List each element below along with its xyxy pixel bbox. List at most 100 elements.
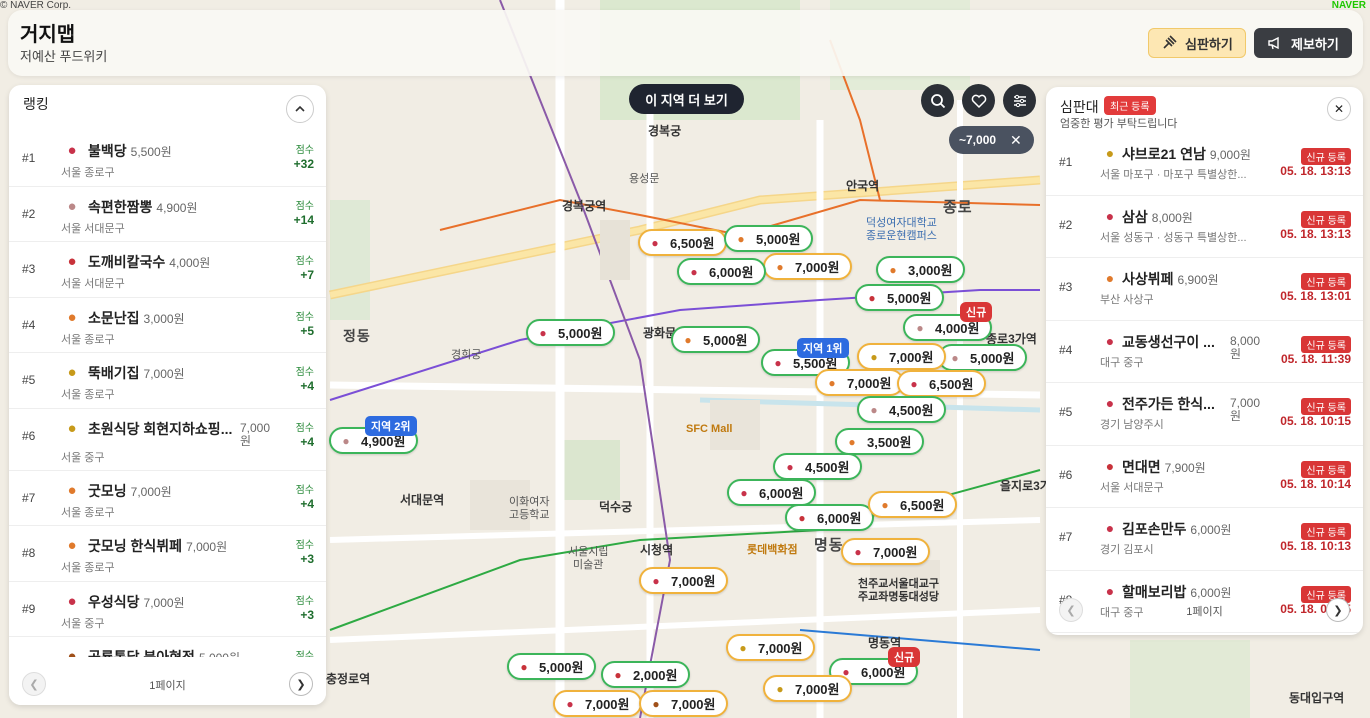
bowl-icon: ● bbox=[566, 696, 574, 711]
judge-row[interactable]: #2 ● 삼삼 8,000원 서울 성동구 · 성동구 특별상한... 신규 등록 05. … bbox=[1046, 196, 1363, 258]
judge-row[interactable]: #5 ● 전주가든 한식... 7,000원 경기 남양주시 신규 등록 05. 18. 1… bbox=[1046, 383, 1363, 446]
restaurant-pin[interactable]: ● 2,000원 bbox=[601, 661, 690, 688]
restaurant-pin[interactable]: ● 6,000원 bbox=[727, 479, 816, 506]
pin-price: 6,000원 bbox=[759, 486, 804, 501]
restaurant-name: 김포손만두 bbox=[1122, 521, 1187, 537]
place-label: 천주교서울대교구 주교좌명동대성당 bbox=[858, 578, 939, 604]
restaurant-pin[interactable]: ● 7,000원 bbox=[726, 634, 815, 661]
ranking-row[interactable]: #10●공룡통닭 북아현점5,000원점수 bbox=[9, 637, 326, 657]
restaurant-price: 7,000원 bbox=[240, 420, 271, 448]
restaurant-pin[interactable]: ● 7,000원 bbox=[639, 690, 728, 717]
judge-button[interactable]: 심판하기 bbox=[1148, 28, 1246, 58]
score-label: 점수 bbox=[295, 651, 314, 657]
restaurant-pin[interactable]: ● 6,500원 bbox=[897, 370, 986, 397]
pin-price: 3,500원 bbox=[867, 435, 912, 450]
place-label: 명동 bbox=[814, 537, 844, 554]
restaurant-pin[interactable]: ● 5,000원 bbox=[507, 653, 596, 680]
restaurant-pin[interactable]: ● 7,000원 bbox=[841, 538, 930, 565]
search-button[interactable] bbox=[921, 84, 954, 117]
filter-button[interactable] bbox=[1003, 84, 1036, 117]
restaurant-pin[interactable]: ● 5,000원 bbox=[724, 225, 813, 252]
restaurant-pin[interactable]: ● 7,000원 bbox=[639, 567, 728, 594]
close-icon[interactable]: ✕ bbox=[1010, 132, 1022, 149]
dumpling-icon: ● bbox=[737, 231, 745, 246]
restaurant-pin[interactable]: ● 7,000원 bbox=[763, 675, 852, 702]
new-registration-badge: 신규 등록 bbox=[1301, 148, 1351, 165]
restaurant-pin[interactable]: ● 5,000원 bbox=[526, 319, 615, 346]
restaurant-pin[interactable]: ● 7,000원 bbox=[857, 343, 946, 370]
restaurant-pin[interactable]: ● 5,000원 bbox=[938, 344, 1027, 371]
chevron-right-icon: ❯ bbox=[1333, 604, 1343, 617]
restaurant-location: 서울 종로구 bbox=[61, 333, 115, 346]
judge-row[interactable]: #1 ● 샤브로21 연남 9,000원 서울 마포구 · 마포구 특별상한... 신규 … bbox=[1046, 133, 1363, 196]
favorites-button[interactable] bbox=[962, 84, 995, 117]
restaurant-price: 4,000원 bbox=[169, 256, 211, 270]
restaurant-pin[interactable]: ● 3,500원 bbox=[835, 428, 924, 455]
rank-number: #5 bbox=[1059, 405, 1073, 419]
restaurant-pin[interactable]: ● 6,000원 bbox=[785, 504, 874, 531]
pin-price: 6,000원 bbox=[709, 265, 754, 280]
restaurant-name: 전주가든 한식... bbox=[1122, 396, 1215, 412]
judge-row[interactable]: #7 ● 김포손만두 6,000원 경기 김포시 신규 등록 05. 18. 10:13 bbox=[1046, 508, 1363, 571]
restaurant-pin[interactable]: ● 6,500원 bbox=[868, 491, 957, 518]
restaurant-pin[interactable]: ● 7,000원 bbox=[815, 369, 904, 396]
ranking-row[interactable]: #2 ● 속편한짬뽕 4,900원 서울 서대문구 점수 +14 bbox=[9, 187, 326, 242]
restaurant-price: 7,000원 bbox=[130, 484, 172, 499]
bowl-icon: ● bbox=[854, 544, 862, 559]
restaurant-pin[interactable]: ● 4,500원 bbox=[773, 453, 862, 480]
restaurant-pin[interactable]: ● 7,000원 bbox=[553, 690, 642, 717]
restaurant-pin[interactable]: ● 5,000원 bbox=[855, 284, 944, 311]
next-page-button[interactable]: ❯ bbox=[1326, 598, 1350, 622]
fish-icon: ● bbox=[67, 197, 77, 215]
bowl-icon: ● bbox=[1105, 332, 1115, 349]
score-box: 점수 +3 bbox=[296, 536, 314, 566]
ranking-row[interactable]: #7 ● 굿모닝 7,000원 서울 종로구 점수 +4 bbox=[9, 471, 326, 526]
restaurant-location: 서울 마포구 · 마포구 특별상한... bbox=[1100, 169, 1247, 181]
restaurant-pin[interactable]: ● 5,000원 bbox=[671, 326, 760, 353]
ranking-row[interactable]: #1 ● 불백당 5,500원 서울 종로구 점수 +32 bbox=[9, 131, 326, 187]
fish-icon: ● bbox=[916, 320, 924, 335]
restaurant-name: 샤브로21 연남 bbox=[1122, 146, 1206, 162]
restaurant-pin[interactable]: ● 4,500원 bbox=[857, 396, 946, 423]
restaurant-pin[interactable]: ● 6,000원 bbox=[677, 258, 766, 285]
restaurant-price: 4,900원 bbox=[156, 200, 198, 215]
pin-price: 6,500원 bbox=[670, 236, 715, 251]
prev-page-button[interactable]: ❮ bbox=[22, 672, 46, 696]
new-registration-badge: 신규 등록 bbox=[1301, 273, 1351, 290]
prev-page-button[interactable]: ❮ bbox=[1059, 598, 1083, 622]
pin-price: 4,500원 bbox=[805, 460, 850, 475]
price-filter-chip[interactable]: ~7,000 ✕ bbox=[949, 126, 1034, 154]
bowl-icon: ● bbox=[651, 235, 659, 250]
ranking-row[interactable]: #9 ● 우성식당 7,000원 서울 중구 점수 +3 bbox=[9, 582, 326, 637]
search-area-button[interactable]: 이 지역 더 보기 bbox=[629, 84, 744, 114]
page-indicator: 1페이지 bbox=[149, 680, 186, 692]
ranking-row[interactable]: #8 ● 굿모닝 한식뷔페 7,000원 서울 종로구 점수 +3 bbox=[9, 526, 326, 582]
restaurant-pin[interactable]: ● 7,000원 bbox=[763, 253, 852, 280]
place-label: 용성문 bbox=[629, 173, 660, 185]
judge-row[interactable]: #3 ● 사상뷔페 6,900원 부산 사상구 신규 등록 05. 18. 13:01 bbox=[1046, 258, 1363, 321]
next-page-button[interactable]: ❯ bbox=[289, 672, 313, 696]
rank-number: #1 bbox=[1059, 155, 1073, 169]
rank-number: #4 bbox=[22, 317, 36, 332]
ranking-row[interactable]: #4 ● 소문난집 3,000원 서울 종로구 점수 +5 bbox=[9, 298, 326, 353]
rank-number: #5 bbox=[22, 373, 36, 387]
judge-row[interactable]: #6 ● 면대면 7,900원 서울 서대문구 신규 등록 05. 18. 10:14 bbox=[1046, 446, 1363, 508]
score-label: 점수 bbox=[295, 145, 314, 156]
restaurant-pin[interactable]: ● 6,500원 bbox=[638, 229, 727, 256]
report-button-label: 제보하기 bbox=[1291, 36, 1339, 52]
judge-row[interactable]: #4 ● 교동생선구이 ... 8,000원 대구 중구 신규 등록 05. 18. 11:… bbox=[1046, 321, 1363, 383]
ranking-row[interactable]: #6 ● 초원식당 회현지하쇼핑... 7,000원 서울 중구 점수 +4 bbox=[9, 409, 326, 471]
pin-price: 6,000원 bbox=[817, 511, 862, 526]
close-panel-button[interactable]: ✕ bbox=[1327, 97, 1351, 121]
new-tag: 신규 bbox=[888, 647, 921, 667]
restaurant-location: 대구 중구 bbox=[1100, 356, 1144, 369]
restaurant-name: 도깨비칼국수 bbox=[88, 254, 166, 270]
restaurant-price: 5,000원 bbox=[199, 651, 240, 657]
restaurant-pin[interactable]: ● 3,000원 bbox=[876, 256, 965, 283]
judge-list: #1 ● 샤브로21 연남 9,000원 서울 마포구 · 마포구 특별상한... 신규 … bbox=[1046, 133, 1363, 633]
ranking-row[interactable]: #5 ● 뚝배기집 7,000원 서울 종로구 점수 +4 bbox=[9, 353, 326, 409]
ranking-row[interactable]: #3 ● 도깨비칼국수 4,000원 서울 서대문구 점수 +7 bbox=[9, 242, 326, 298]
restaurant-name: 면대면 bbox=[1122, 458, 1161, 475]
report-button[interactable]: 제보하기 bbox=[1254, 28, 1352, 58]
collapse-button[interactable] bbox=[286, 95, 314, 123]
